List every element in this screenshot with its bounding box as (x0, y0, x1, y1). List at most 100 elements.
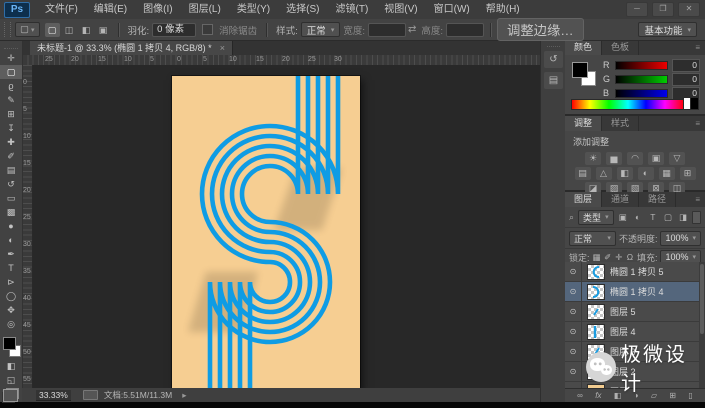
close-tab-icon[interactable]: × (220, 43, 225, 53)
channel-mixer-icon[interactable]: ▦ (658, 167, 675, 180)
add-selection-button[interactable]: ◫ (62, 23, 77, 37)
menu-view[interactable]: 视图(V) (376, 1, 425, 19)
black-white-icon[interactable]: ◧ (616, 167, 633, 180)
tab-color[interactable]: 颜色 (565, 40, 603, 55)
panel-menu-icon[interactable]: ≡ (695, 192, 705, 207)
subtract-selection-button[interactable]: ◧ (79, 23, 94, 37)
eraser-tool[interactable]: ▭ (0, 191, 22, 205)
spot-healing-tool[interactable]: ✚ (0, 135, 22, 149)
color-swatches[interactable] (0, 335, 22, 359)
quick-mask-button[interactable]: ◧ (0, 359, 22, 373)
intersect-selection-button[interactable]: ▣ (96, 23, 111, 37)
visibility-toggle[interactable]: ⊙ (565, 322, 582, 341)
workspace-select[interactable]: 基本功能 ▾ (638, 22, 697, 37)
new-selection-button[interactable]: ▢ (44, 22, 60, 37)
brush-tool[interactable]: ✐ (0, 149, 22, 163)
filter-shape-layers-icon[interactable]: ▢ (662, 211, 674, 223)
layer-thumbnail[interactable] (587, 263, 605, 280)
green-value[interactable]: 0 (672, 72, 700, 86)
green-slider[interactable] (615, 74, 668, 84)
screen-mode-button[interactable]: ◱ (0, 373, 22, 387)
feather-input[interactable]: 0 像素 (152, 22, 197, 37)
red-value[interactable]: 0 (672, 58, 700, 72)
zoom-tool[interactable]: ◎ (0, 317, 22, 331)
minimize-button[interactable]: ─ (626, 2, 648, 17)
type-tool[interactable]: T (0, 261, 22, 275)
blur-tool[interactable]: ● (0, 219, 22, 233)
exposure-icon[interactable]: ▣ (648, 152, 664, 165)
spectrum-black-swatch[interactable] (690, 97, 699, 110)
tab-adjustments[interactable]: 调整 (565, 116, 603, 131)
photo-filter-icon[interactable]: ◐ (637, 167, 654, 180)
shape-tool[interactable]: ◯ (0, 289, 22, 303)
layer-thumbnail[interactable] (587, 283, 605, 300)
menu-type[interactable]: 类型(Y) (229, 1, 278, 19)
tab-layers[interactable]: 图层 (565, 192, 603, 207)
eyedropper-tool[interactable]: ↧ (0, 121, 22, 135)
blue-slider[interactable] (615, 88, 668, 98)
brightness-contrast-icon[interactable]: ☀ (585, 152, 601, 165)
active-tool-preset[interactable]: ▢ ▾ (15, 22, 40, 37)
visibility-toggle[interactable]: ⊙ (565, 262, 582, 281)
hand-tool[interactable]: ✥ (0, 303, 22, 317)
filter-type-layers-icon[interactable]: T (647, 211, 659, 223)
pen-tool[interactable]: ✒ (0, 247, 22, 261)
red-slider[interactable] (615, 60, 668, 70)
levels-icon[interactable]: ▅ (606, 152, 622, 165)
path-selection-tool[interactable]: ⊳ (0, 275, 22, 289)
menu-layer[interactable]: 图层(L) (181, 1, 229, 19)
swap-dimensions-icon[interactable]: ⇄ (408, 24, 416, 35)
menu-filter[interactable]: 滤镜(T) (328, 1, 377, 19)
panel-menu-icon[interactable]: ≡ (695, 116, 705, 131)
curves-icon[interactable]: ◠ (627, 152, 643, 165)
tab-channels[interactable]: 通道 (602, 192, 640, 207)
layer-row-ellipse-copy-4[interactable]: ⊙ 椭圆 1 拷贝 4 (565, 282, 705, 302)
visibility-toggle[interactable]: ⊙ (565, 302, 582, 321)
layer-row-ellipse-copy-5[interactable]: ⊙ 椭圆 1 拷贝 5 (565, 262, 705, 282)
history-brush-tool[interactable]: ↺ (0, 177, 22, 191)
color-lookup-icon[interactable]: ⊞ (679, 167, 696, 180)
refine-edge-button[interactable]: 调整边缘… (497, 18, 584, 41)
tab-swatches[interactable]: 色板 (602, 40, 640, 55)
menu-file[interactable]: 文件(F) (37, 1, 86, 19)
quick-selection-tool[interactable]: ✎ (0, 93, 22, 107)
color-spectrum-bar[interactable] (571, 99, 685, 110)
panel-menu-icon[interactable]: ≡ (695, 40, 705, 55)
width-input[interactable] (367, 22, 406, 37)
menu-image[interactable]: 图像(I) (135, 1, 180, 19)
visibility-toggle[interactable]: ⊙ (565, 282, 582, 301)
gradient-tool[interactable]: ▩ (0, 205, 22, 219)
style-select[interactable]: 正常 ▾ (300, 22, 341, 37)
visibility-toggle[interactable]: ⊙ (565, 362, 582, 381)
lasso-tool[interactable]: ϱ (0, 79, 22, 93)
crop-tool[interactable]: ⊞ (0, 107, 22, 121)
status-options-arrow[interactable]: ▸ (182, 390, 186, 401)
document-tab[interactable]: 未标题-1 @ 33.3% (椭圆 1 拷贝 4, RGB/8) * × (30, 40, 233, 55)
menu-help[interactable]: 帮助(H) (478, 1, 528, 19)
hue-saturation-icon[interactable]: ▤ (574, 167, 591, 180)
filter-adjustment-layers-icon[interactable]: ◐ (632, 211, 644, 223)
filter-type-select[interactable]: 类型 ▾ (578, 209, 614, 225)
antialias-checkbox[interactable] (202, 24, 214, 35)
clone-stamp-tool[interactable]: ▤ (0, 163, 22, 177)
tab-styles[interactable]: 样式 (602, 116, 640, 131)
link-layers-icon[interactable]: ∞ (577, 391, 583, 400)
filter-toggle[interactable] (692, 210, 701, 224)
toolbar-grip[interactable] (4, 42, 18, 49)
menu-edit[interactable]: 编辑(E) (86, 1, 135, 19)
visibility-toggle[interactable]: ⊙ (565, 342, 582, 361)
blend-mode-select[interactable]: 正常 ▾ (569, 230, 616, 246)
filter-smart-objects-icon[interactable]: ◨ (677, 211, 689, 223)
move-tool[interactable]: ✛ (0, 51, 22, 65)
color-balance-icon[interactable]: △ (595, 167, 612, 180)
filter-pixel-layers-icon[interactable]: ▣ (617, 211, 629, 223)
opacity-select[interactable]: 100% ▾ (660, 230, 701, 246)
maximize-button[interactable]: ❐ (652, 2, 674, 17)
dodge-tool[interactable]: ◐ (0, 233, 22, 247)
tab-paths[interactable]: 路径 (639, 192, 677, 207)
foreground-color-swatch[interactable] (572, 62, 588, 78)
height-input[interactable] (446, 22, 484, 37)
rectangular-marquee-tool[interactable]: ▢ (0, 65, 22, 79)
menu-select[interactable]: 选择(S) (278, 1, 327, 19)
vibrance-icon[interactable]: ▽ (669, 152, 685, 165)
